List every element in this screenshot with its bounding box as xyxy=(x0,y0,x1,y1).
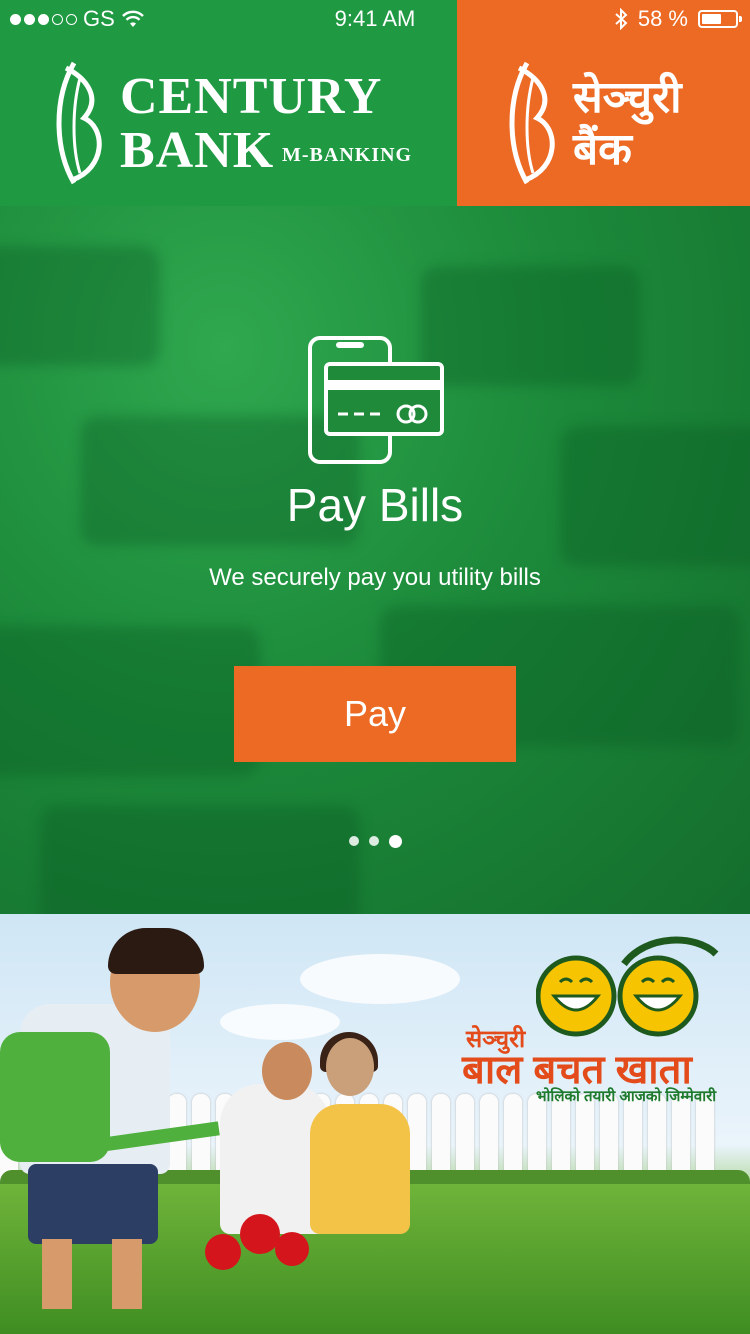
brand-name-line1: CENTURY xyxy=(120,68,383,125)
promo-tagline: भोलिको तयारी आजको जिम्मेवारी xyxy=(536,1088,717,1105)
brand-name-nepali-line2: बैंक xyxy=(573,124,632,175)
century-bank-logo-icon xyxy=(509,61,555,185)
feature-title: Pay Bills xyxy=(286,479,464,531)
app-header: CENTURY BANK M-BANKING सेञ्चुरी बैंक xyxy=(0,40,750,206)
brand-logo-nepali: सेञ्चुरी बैंक xyxy=(457,40,750,206)
woman-figure xyxy=(310,1104,410,1234)
watering-can xyxy=(0,1032,110,1162)
battery-percent: 58 % xyxy=(637,6,688,31)
bluetooth-icon xyxy=(615,8,628,30)
battery-icon xyxy=(698,10,742,28)
feature-subtitle: We securely pay you utility bills xyxy=(209,564,541,591)
pay-button[interactable]: Pay xyxy=(234,666,516,762)
feature-carousel[interactable]: Pay Bills We securely pay you utility bi… xyxy=(0,206,750,914)
century-bank-logo-icon xyxy=(56,61,102,185)
brand-name-nepali-line1: सेञ्चुरी xyxy=(573,72,682,123)
kids-faces-logo xyxy=(536,936,719,1037)
pager-dot[interactable] xyxy=(368,836,379,846)
pay-bills-icon xyxy=(308,336,444,464)
brand-subtitle: M-BANKING xyxy=(282,144,413,166)
flower xyxy=(205,1234,241,1270)
brand-logo-english: CENTURY BANK M-BANKING xyxy=(0,40,457,206)
carousel-pager[interactable] xyxy=(0,835,750,848)
status-bar: GS 9:41 AM 58 % xyxy=(0,0,750,40)
brand-name-line2: BANK xyxy=(120,122,275,179)
pager-dot-active[interactable] xyxy=(388,835,402,848)
pager-dot[interactable] xyxy=(348,836,359,846)
promo-banner[interactable]: सेञ्चुरी बाल बचत खाता भोलिको तयारी आजको … xyxy=(0,914,750,1334)
